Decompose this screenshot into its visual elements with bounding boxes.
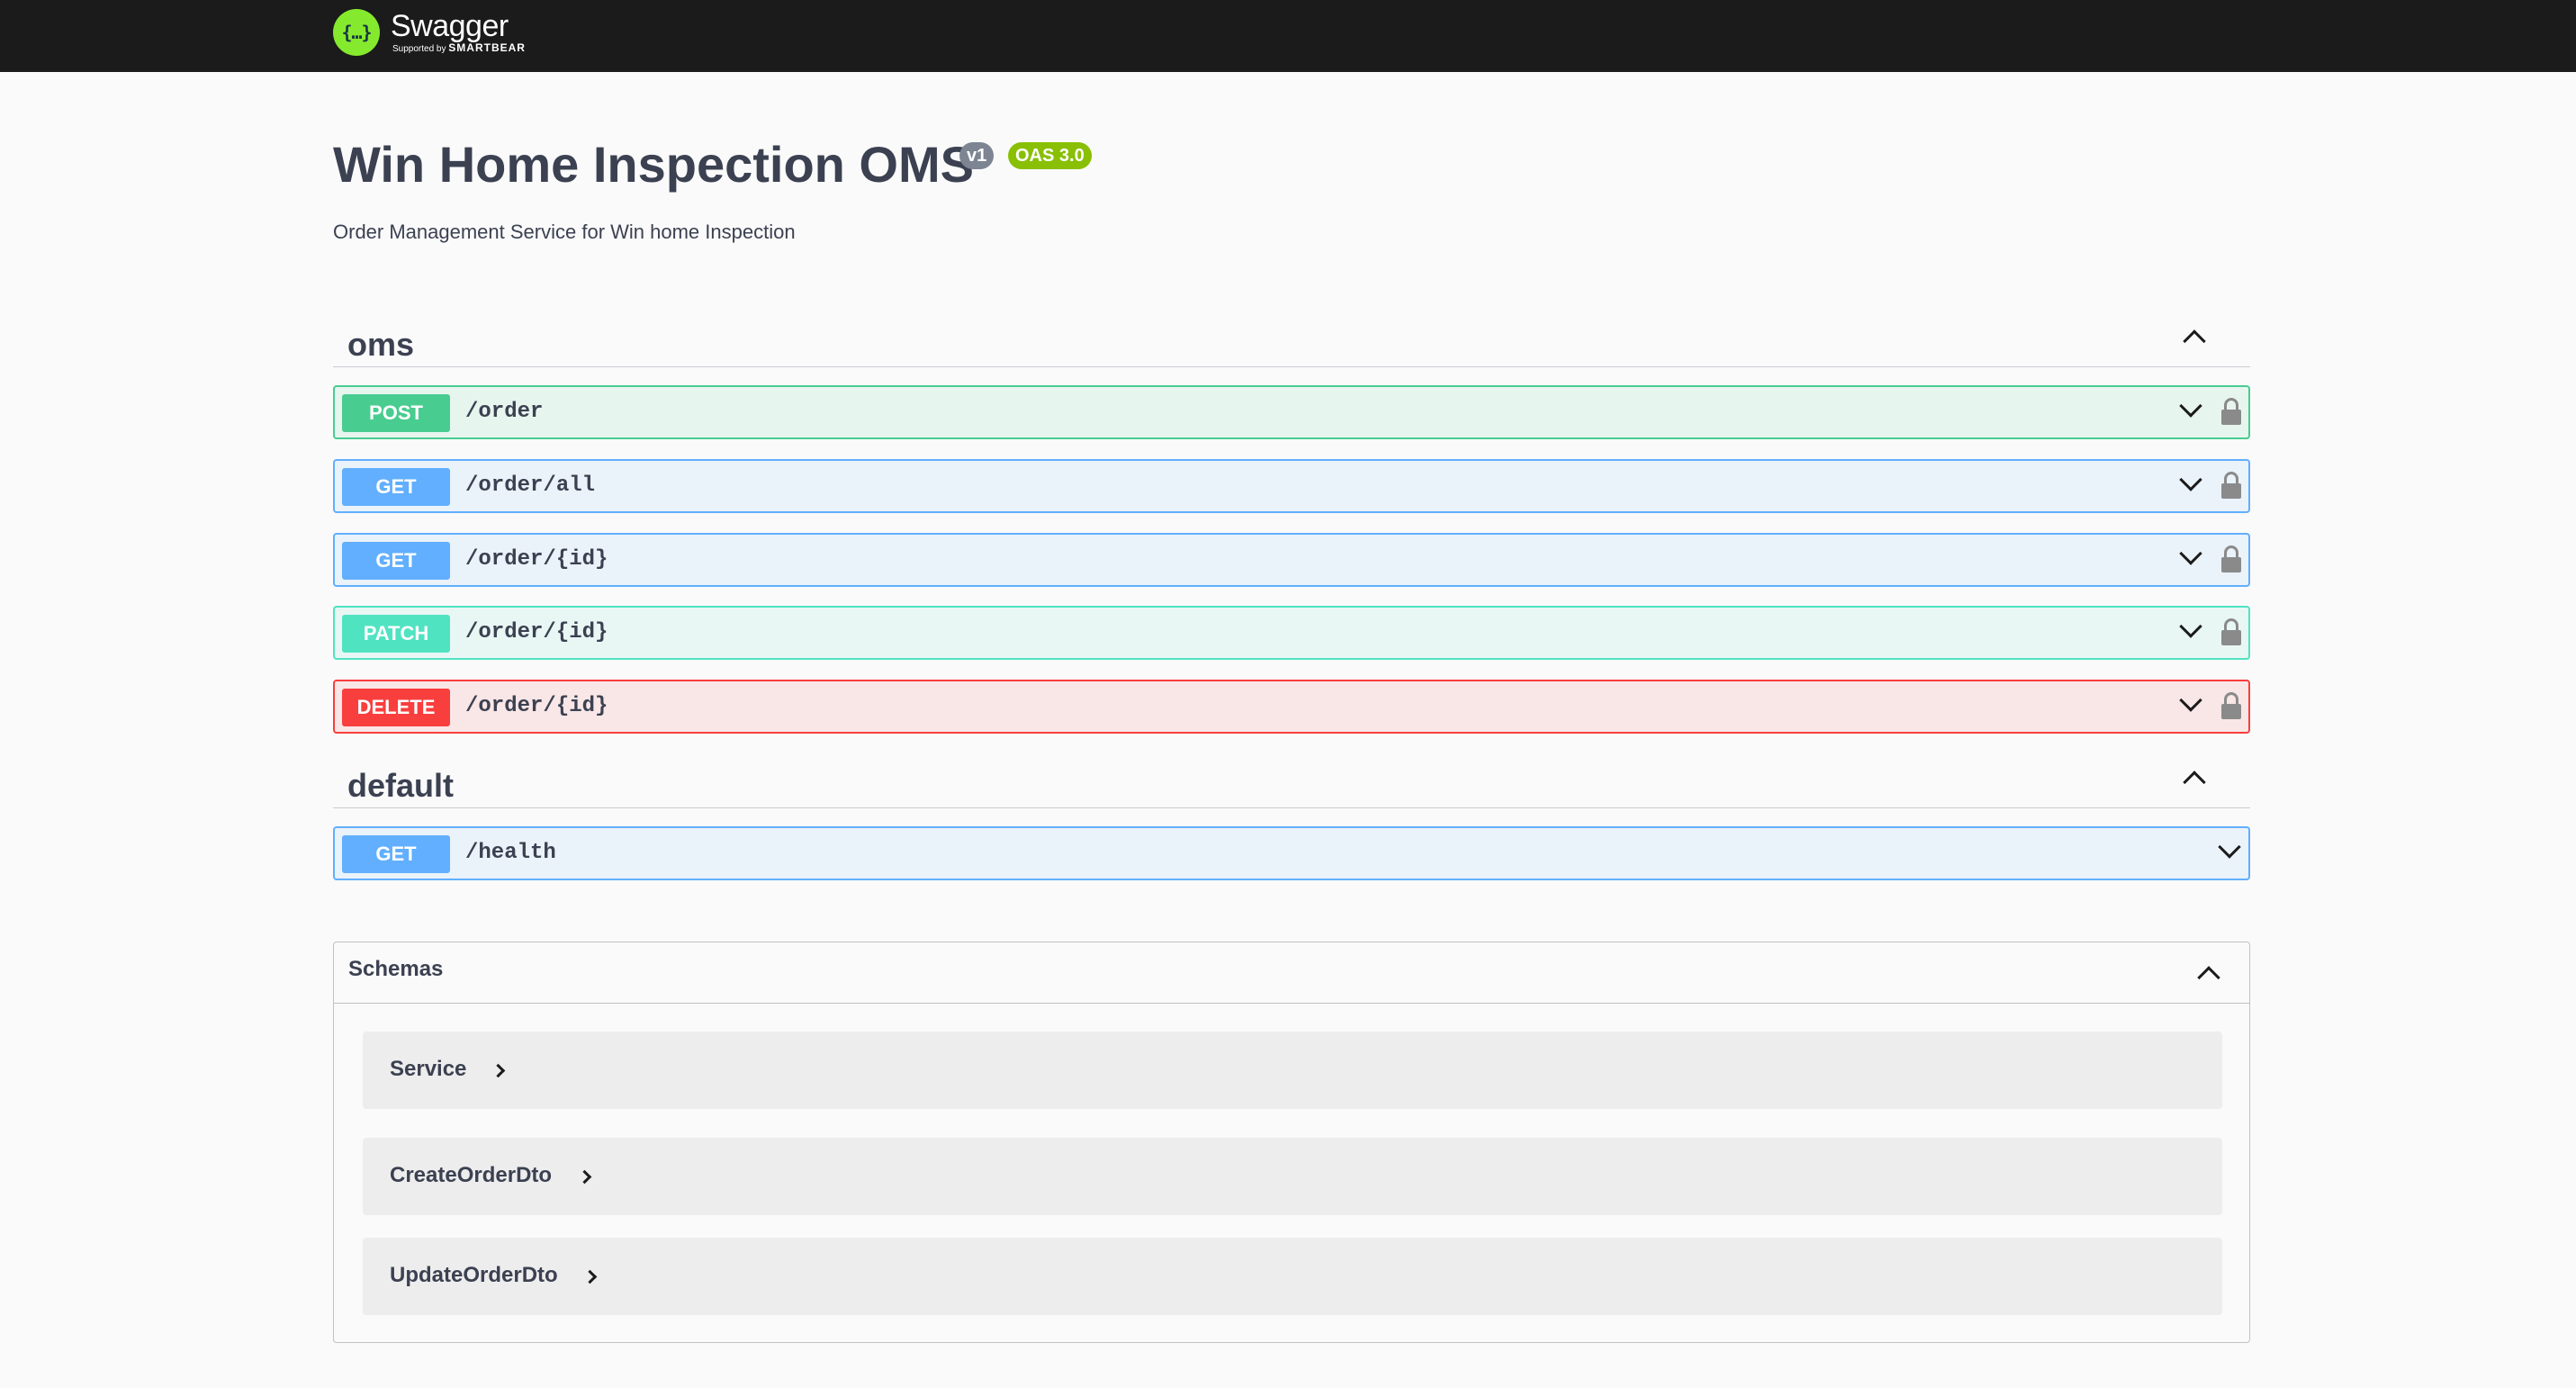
brand-name: Swagger bbox=[391, 9, 509, 43]
operation-get-health[interactable]: GET /health bbox=[333, 826, 2250, 880]
model-name: Service bbox=[390, 1057, 467, 1081]
expand-chevron-right-icon[interactable] bbox=[582, 1269, 598, 1284]
brand-supported-by: Supported by SMARTBEAR bbox=[392, 42, 526, 55]
lock-icon[interactable] bbox=[2221, 472, 2241, 500]
lock-icon[interactable] bbox=[2221, 545, 2241, 574]
collapse-oms-chevron-up-icon[interactable] bbox=[2183, 329, 2206, 353]
brand-smartbear: SMARTBEAR bbox=[448, 41, 526, 54]
expand-chevron-down-icon[interactable] bbox=[2179, 394, 2202, 418]
method-badge: POST bbox=[342, 394, 450, 432]
operation-get-order-all[interactable]: GET /order/all bbox=[333, 459, 2250, 513]
model-name: UpdateOrderDto bbox=[390, 1263, 558, 1287]
collapse-schemas-chevron-up-icon[interactable] bbox=[2197, 966, 2220, 989]
operation-path: /order/{id} bbox=[465, 620, 608, 644]
schemas-section: Schemas Service CreateOrderDto UpdateOrd… bbox=[333, 942, 2250, 1343]
model-update-order-dto[interactable]: UpdateOrderDto bbox=[363, 1238, 2222, 1315]
lock-icon[interactable] bbox=[2221, 692, 2241, 721]
swagger-logo-icon: {…} bbox=[333, 9, 380, 56]
operation-get-order-id[interactable]: GET /order/{id} bbox=[333, 533, 2250, 587]
schemas-title: Schemas bbox=[348, 957, 444, 981]
tag-default-name: default bbox=[347, 767, 455, 804]
oas-version-badge: OAS 3.0 bbox=[1008, 142, 1092, 169]
model-name: CreateOrderDto bbox=[390, 1163, 553, 1187]
operation-delete-order-id[interactable]: DELETE /order/{id} bbox=[333, 680, 2250, 734]
tag-oms-header[interactable]: oms bbox=[333, 320, 2250, 367]
method-badge: PATCH bbox=[342, 615, 450, 653]
operation-post-order[interactable]: POST /order bbox=[333, 385, 2250, 439]
version-badge: v1 bbox=[959, 142, 995, 169]
method-badge: GET bbox=[342, 835, 450, 873]
tag-oms-name: oms bbox=[347, 326, 415, 363]
operation-path: /order/{id} bbox=[465, 694, 608, 718]
expand-chevron-right-icon[interactable] bbox=[491, 1063, 506, 1078]
operation-path: /health bbox=[465, 841, 556, 865]
operation-path: /order/all bbox=[465, 473, 596, 498]
expand-chevron-right-icon[interactable] bbox=[577, 1169, 592, 1185]
operation-patch-order-id[interactable]: PATCH /order/{id} bbox=[333, 606, 2250, 660]
brand-supported-prefix: Supported by bbox=[392, 44, 446, 54]
expand-chevron-down-icon[interactable] bbox=[2179, 468, 2202, 491]
method-badge: GET bbox=[342, 468, 450, 506]
swagger-brand-link[interactable]: {…} Swagger Supported by SMARTBEAR bbox=[333, 4, 526, 61]
model-create-order-dto[interactable]: CreateOrderDto bbox=[363, 1138, 2222, 1215]
expand-chevron-down-icon[interactable] bbox=[2179, 542, 2202, 565]
brand-text: Swagger Supported by SMARTBEAR bbox=[391, 10, 526, 55]
expand-chevron-down-icon[interactable] bbox=[2218, 835, 2241, 859]
schemas-header[interactable]: Schemas bbox=[334, 942, 2249, 1004]
model-service[interactable]: Service bbox=[363, 1032, 2222, 1109]
api-description: Order Management Service for Win home In… bbox=[333, 221, 796, 243]
tag-default-header[interactable]: default bbox=[333, 762, 2250, 808]
method-badge: GET bbox=[342, 542, 450, 580]
expand-chevron-down-icon[interactable] bbox=[2179, 615, 2202, 638]
topbar: {…} Swagger Supported by SMARTBEAR bbox=[0, 0, 2576, 72]
collapse-default-chevron-up-icon[interactable] bbox=[2183, 771, 2206, 794]
lock-icon[interactable] bbox=[2221, 618, 2241, 647]
expand-chevron-down-icon[interactable] bbox=[2179, 689, 2202, 712]
lock-icon[interactable] bbox=[2221, 398, 2241, 427]
page-title: Win Home Inspection OMS bbox=[333, 136, 974, 193]
method-badge: DELETE bbox=[342, 689, 450, 726]
operation-path: /order bbox=[465, 400, 544, 424]
operation-path: /order/{id} bbox=[465, 547, 608, 572]
